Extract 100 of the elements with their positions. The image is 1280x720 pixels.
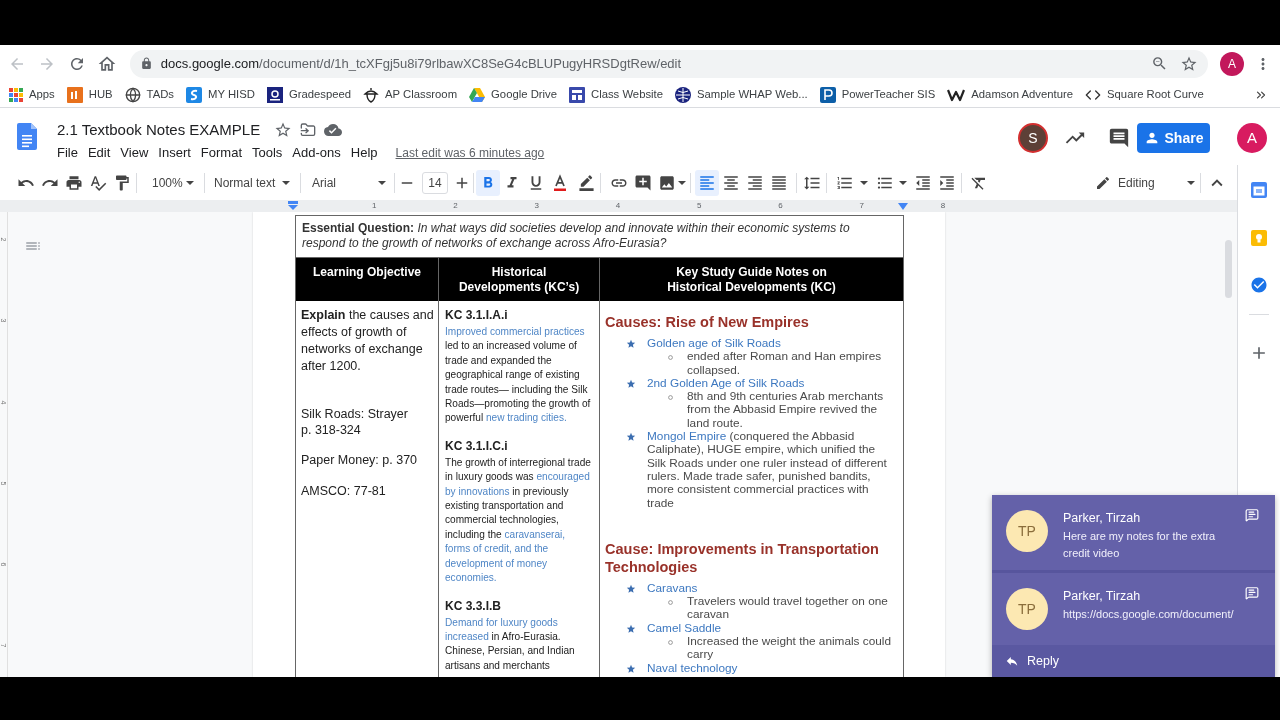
image-icon[interactable]	[658, 173, 676, 192]
bookmark-link[interactable]: MY HISD	[186, 86, 255, 103]
editing-mode-dropdown[interactable]: Editing	[1095, 170, 1195, 195]
star-bullet-icon	[626, 339, 636, 349]
font-dropdown[interactable]: Arial	[306, 170, 391, 195]
menu-item[interactable]: Tools	[252, 143, 283, 163]
indent-marker-icon[interactable]	[288, 201, 298, 210]
address-bar[interactable]: docs.google.com/document/d/1h_tcXFgj5u8i79rlbawXC8SeG4cBLUPugyHRSDgtRew/edit	[129, 49, 1209, 78]
note-item-text: Mongol Empire (conquered the Abbasid Caliphate), HUGE empire, which unified the Silk Roads under one ruler instead of different rulers. Made trade safer, punished bandits, more consistent commercial practices with trade	[647, 430, 888, 510]
bookmark-link[interactable]: AP Classroom	[363, 86, 458, 103]
caret-icon	[378, 180, 386, 185]
document-icon[interactable]	[17, 123, 37, 150]
globe-icon	[675, 86, 691, 103]
bookmark-link[interactable]: Apps	[9, 86, 55, 103]
style-dropdown[interactable]: Normal text	[210, 170, 295, 195]
indent-marker-icon[interactable]	[898, 203, 908, 210]
bookmark-link[interactable]: Square Root Curve	[1085, 86, 1204, 103]
last-edit-link[interactable]: Last edit was 6 minutes ago	[395, 144, 545, 162]
bookmark-link[interactable]: Gradespeed	[266, 86, 352, 103]
star-icon[interactable]	[274, 121, 293, 139]
highlighter-icon[interactable]	[578, 174, 595, 191]
menu-item[interactable]: Help	[350, 143, 378, 163]
decrease-indent-icon[interactable]	[914, 173, 932, 192]
circle-bullet-icon	[668, 600, 673, 606]
increase-indent-icon[interactable]	[938, 173, 956, 192]
reply-button[interactable]: Reply	[1005, 651, 1059, 671]
bookmark-link[interactable]: TADs	[124, 86, 174, 103]
ruler-number: 3	[534, 202, 539, 210]
zoom-dropdown[interactable]: 100%	[142, 170, 199, 195]
document-title[interactable]: 2.1 Textbook Notes EXAMPLE	[57, 118, 261, 142]
menu-item[interactable]: Edit	[87, 143, 111, 163]
print-icon[interactable]	[65, 173, 83, 192]
ruler-number: 4	[615, 202, 621, 210]
align-right-icon	[746, 173, 764, 192]
caret-icon[interactable]	[678, 180, 686, 185]
caret-icon	[282, 180, 290, 185]
lock-icon[interactable]	[139, 57, 153, 70]
column-header: Key Study Guide Notes on Historical Developments (KC)	[666, 265, 837, 295]
section-heading: Causes: Rise of New Empires	[605, 313, 810, 331]
comment-text: https://docs.google.com/document/	[1063, 607, 1235, 622]
circle-bullet-icon	[668, 395, 673, 401]
folder-icon[interactable]	[300, 122, 317, 138]
share-button[interactable]: Share	[1137, 123, 1210, 153]
triangle-icon	[469, 87, 486, 102]
menu-item[interactable]: Add-ons	[292, 143, 341, 163]
reading-text: AMSCO: 77-81	[301, 483, 387, 499]
caret-icon	[186, 180, 194, 185]
scrollbar-thumb[interactable]	[1225, 240, 1232, 298]
comment-text: Here are my notes for the extra credit video	[1063, 529, 1217, 561]
bookmark-link[interactable]: PowerTeacher SIS	[819, 86, 936, 103]
cloud-icon[interactable]	[324, 121, 343, 139]
tile-icon	[186, 86, 202, 103]
comment-icon[interactable]	[1108, 127, 1130, 149]
bookmark-link[interactable]: Class Website	[569, 86, 663, 103]
bookmark-link[interactable]: HUB	[66, 86, 113, 103]
menu-item[interactable]: File	[57, 143, 78, 163]
apps-grid-icon	[9, 87, 23, 102]
align-left-button[interactable]	[695, 169, 719, 196]
font-size-field[interactable]: 14	[422, 171, 448, 194]
bookmark-link[interactable]: Adamson Adventure	[947, 86, 1074, 103]
note-detail-text: Increased the weight the animals could carry	[687, 635, 892, 662]
paint-roller-icon[interactable]	[113, 173, 131, 192]
comment-author: Parker, Tirzah	[1063, 588, 1142, 605]
menu-item[interactable]: View	[120, 143, 149, 163]
spellcheck-icon[interactable]	[89, 173, 107, 192]
bold-button[interactable]	[476, 169, 500, 196]
comment-icon[interactable]	[1245, 586, 1259, 600]
align-justify-icon	[770, 173, 788, 192]
caret-icon[interactable]	[860, 180, 868, 185]
text-color-icon[interactable]	[551, 173, 569, 192]
add-comment-icon[interactable]	[634, 173, 652, 192]
kc-description: Improved commercial practices led to an increased volume of trade and expanded the geographical range of existing trade routes— including the Silk Roads—promoting the growth of powerful new trading cities.	[445, 325, 592, 426]
comment-icon[interactable]	[1245, 508, 1259, 522]
url-text[interactable]: docs.google.com/document/d/1h_tcXFgj5u8i79rlbawXC8SeG4cBLUPugyHRSDgtRew/edit	[160, 53, 682, 74]
note-detail-text: Travelers would travel together on one caravan	[687, 595, 889, 622]
caret-icon	[1187, 180, 1195, 185]
note-item-text: Caravans	[647, 581, 698, 596]
collaborator-avatar[interactable]: S	[1018, 123, 1048, 153]
globe-icon	[124, 86, 141, 103]
tile-icon	[266, 86, 283, 103]
star-bullet-icon	[626, 432, 636, 443]
profile-avatar[interactable]: A	[1220, 51, 1244, 76]
tile-icon	[819, 86, 836, 103]
bookmark-link[interactable]: Google Drive	[469, 86, 557, 103]
layout-icon	[569, 86, 585, 103]
menu-item[interactable]: Insert	[158, 143, 191, 163]
ruler-number: 7	[859, 202, 864, 210]
caret-icon[interactable]	[899, 180, 907, 185]
menu-item[interactable]: Format	[200, 143, 242, 163]
kc-code: KC 3.1.I.A.i	[445, 308, 509, 323]
note-item-text: Naval technology	[647, 661, 738, 675]
star-bullet-icon	[626, 623, 636, 634]
star-bullet-icon	[626, 378, 636, 389]
note-item-text: Camel Saddle	[647, 621, 722, 636]
calendar-icon[interactable]	[1251, 182, 1267, 198]
pencil-icon	[1095, 174, 1111, 191]
ruler-number: 8	[940, 202, 946, 210]
bookmark-link[interactable]: Sample WHAP Web...	[675, 86, 808, 103]
account-avatar[interactable]: A	[1237, 123, 1267, 153]
column-header: Historical Developments (KC’s)	[457, 265, 581, 295]
